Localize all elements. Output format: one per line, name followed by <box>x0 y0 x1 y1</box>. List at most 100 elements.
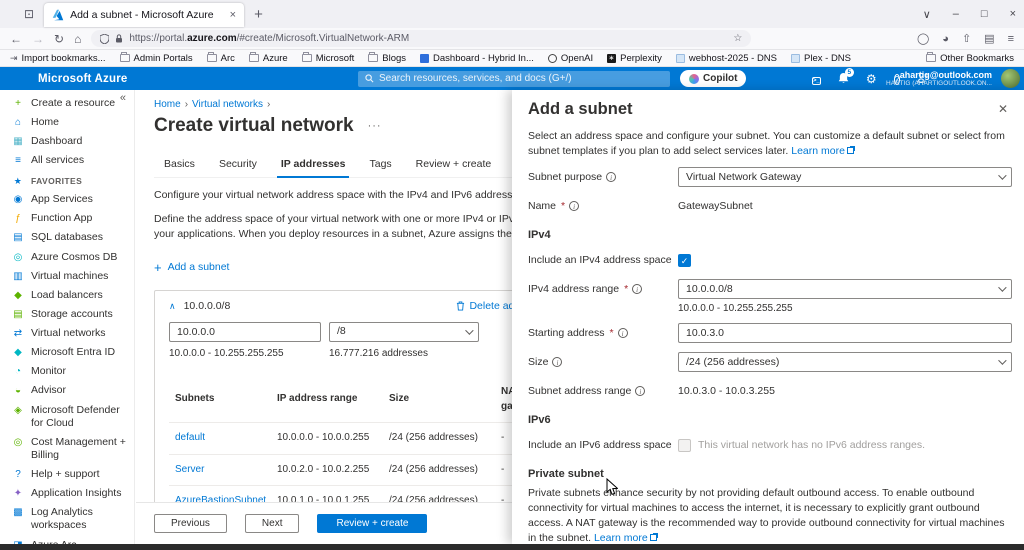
review-create-button[interactable]: Review + create <box>317 514 428 533</box>
back-icon[interactable]: ← <box>10 33 22 45</box>
sidebar-item-application-insights[interactable]: ✦ Application Insights <box>12 484 134 503</box>
subnet-name-link[interactable]: default <box>169 431 277 446</box>
bookmark-item[interactable]: ⇥ Import bookmarks... <box>10 53 106 64</box>
bookmark-item[interactable]: ∗ Perplexity <box>607 53 662 64</box>
info-icon[interactable]: i <box>635 386 646 397</box>
sidebar-item-virtual-machines[interactable]: ▥ Virtual machines <box>12 267 134 286</box>
next-button[interactable]: Next <box>244 514 300 533</box>
azure-brand[interactable]: Microsoft Azure <box>38 73 127 85</box>
ipv4-range-dropdown[interactable]: 10.0.0.0/8 <box>678 279 1012 300</box>
sidebar-item-all-services[interactable]: ≡ All services <box>12 151 134 170</box>
subnet-purpose-dropdown[interactable]: Virtual Network Gateway <box>678 167 1012 188</box>
bookmark-item[interactable]: Arc <box>206 52 235 64</box>
starting-address-input[interactable] <box>678 323 1012 344</box>
info-icon[interactable]: i <box>617 328 628 339</box>
browser-tab-strip: ⊡ Add a subnet - Microsoft Azure × + ∨ –… <box>0 0 1024 28</box>
close-icon[interactable]: × <box>1010 8 1016 20</box>
tabs-menu-icon[interactable]: ∨ <box>923 8 931 21</box>
reload-icon[interactable]: ↻ <box>54 33 64 45</box>
account-menu[interactable]: ahartig@outlook.com HARTIG (AHARTIGOUTLO… <box>886 70 992 88</box>
tab-close-icon[interactable]: × <box>230 9 236 21</box>
tab-review-create[interactable]: Review + create <box>406 153 502 177</box>
sidebar-item-label: Create a resource <box>31 97 116 109</box>
sidebar-item-create-a-resource[interactable]: + Create a resource <box>12 94 134 113</box>
maximize-icon[interactable]: □ <box>981 8 988 20</box>
sidebar-item-home[interactable]: ⌂ Home <box>12 113 134 132</box>
firefox-view-icon[interactable]: ⊡ <box>24 7 34 21</box>
tab-basics[interactable]: Basics <box>154 153 205 177</box>
ipv6-heading: IPv6 <box>528 414 551 427</box>
sidebar-item-function-app[interactable]: ƒ Function App <box>12 209 134 228</box>
bookmark-item[interactable]: Blogs <box>368 52 406 64</box>
tab-ip-addresses[interactable]: IP addresses <box>271 153 356 178</box>
sidebar-item-load-balancers[interactable]: ◆ Load balancers <box>12 286 134 305</box>
panel-close-icon[interactable]: ✕ <box>994 100 1012 118</box>
cloud-shell-icon[interactable]: >_ <box>812 72 821 86</box>
home-icon[interactable]: ⌂ <box>74 33 81 45</box>
sidebar-item-help-support[interactable]: ? Help + support <box>12 465 134 484</box>
notifications-bell-icon[interactable]: 5 <box>838 67 854 86</box>
pocket-icon[interactable]: ◯ <box>917 32 929 45</box>
panel-learn-more-link[interactable]: Learn more <box>791 145 845 157</box>
bookmark-item[interactable]: Azure <box>248 52 288 64</box>
collapse-chevron-icon[interactable]: ∧ <box>169 300 176 313</box>
table-row: default 10.0.0.0 - 10.0.0.255/24 (256 add… <box>169 423 571 455</box>
info-icon[interactable]: i <box>552 357 563 368</box>
bookmark-item[interactable]: OpenAI <box>547 53 593 64</box>
sidebar-item-microsoft-entra-id[interactable]: ◆ Microsoft Entra ID <box>12 343 134 362</box>
include-ipv4-checkbox[interactable]: ✓ <box>678 253 691 267</box>
copilot-button[interactable]: Copilot <box>680 70 747 87</box>
sidebar-item-cost-management-billing[interactable]: ◎ Cost Management + Billing <box>12 433 134 465</box>
bookmark-item[interactable]: Dashboard - Hybrid In... <box>420 53 534 64</box>
bookmark-item[interactable]: Microsoft <box>301 52 354 64</box>
title-menu-icon[interactable]: ··· <box>368 120 382 132</box>
sidebar-item-microsoft-defender-for-cloud[interactable]: ◈ Microsoft Defender for Cloud <box>12 401 134 433</box>
sidebar-collapse-icon[interactable]: « <box>120 92 126 104</box>
subnet-name-link[interactable]: Server <box>169 463 277 478</box>
sidebar-item-monitor[interactable]: ◔ Monitor <box>12 362 134 381</box>
mask-dropdown[interactable]: /8 <box>329 321 479 342</box>
bookmark-item[interactable]: Plex - DNS <box>791 53 851 64</box>
info-icon[interactable]: i <box>606 172 617 183</box>
browser-tab[interactable]: Add a subnet - Microsoft Azure × <box>44 3 245 27</box>
other-bookmarks[interactable]: Other Bookmarks <box>926 52 1014 64</box>
bookmark-item[interactable]: Admin Portals <box>119 52 193 64</box>
trash-icon <box>457 301 465 311</box>
sidebar-item-storage-accounts[interactable]: ▤ Storage accounts <box>12 305 134 324</box>
library-icon[interactable]: ▤ <box>984 32 994 45</box>
previous-button[interactable]: Previous <box>154 514 227 533</box>
sidebar-item-sql-databases[interactable]: ▤ SQL databases <box>12 228 134 247</box>
profile-icon[interactable]: ◕ <box>942 33 949 45</box>
address-space-input[interactable] <box>169 321 321 342</box>
url-bar[interactable]: https://portal.azure.com/#create/Microso… <box>91 30 752 47</box>
bookmark-star-icon[interactable]: ☆ <box>733 33 742 44</box>
bookmark-label: Arc <box>220 52 235 64</box>
minimize-icon[interactable]: – <box>953 8 959 20</box>
tab-security[interactable]: Security <box>209 153 267 177</box>
sidebar-item-azure-arc[interactable]: ◨Azure Arc <box>12 536 134 544</box>
sidebar-item-advisor[interactable]: ◒ Advisor <box>12 381 134 400</box>
breadcrumb-home[interactable]: Home <box>154 99 181 110</box>
bookmarks-list: ⇥ Import bookmarks... Admin Portals Arc Azur… <box>10 52 851 64</box>
breadcrumb-virtual-networks[interactable]: Virtual networks <box>192 99 263 110</box>
forward-icon[interactable]: → <box>32 33 44 45</box>
bookmark-label: Admin Portals <box>133 52 193 64</box>
info-icon[interactable]: i <box>632 284 643 295</box>
bookmark-item[interactable]: webhost-2025 - DNS <box>675 53 777 64</box>
settings-gear-icon[interactable]: ⚙ <box>866 73 877 85</box>
sidebar-item-dashboard[interactable]: ▦ Dashboard <box>12 132 134 151</box>
sidebar-item-app-services[interactable]: ◉ App Services <box>12 190 134 209</box>
sidebar-item-virtual-networks[interactable]: ⇄ Virtual networks <box>12 324 134 343</box>
sidebar-item-azure-cosmos-db[interactable]: ◎ Azure Cosmos DB <box>12 248 134 267</box>
new-tab-button[interactable]: + <box>254 6 263 23</box>
sidebar-item-log-analytics-workspaces[interactable]: ▩ Log Analytics workspaces <box>12 503 134 535</box>
tab-tags[interactable]: Tags <box>359 153 401 177</box>
info-icon[interactable]: i <box>569 201 580 212</box>
menu-icon[interactable]: ≡ <box>1008 33 1014 45</box>
private-subnet-heading: Private subnet <box>528 468 604 481</box>
global-search-input[interactable]: Search resources, services, and docs (G+… <box>358 70 670 87</box>
extensions-icon[interactable]: ⇧ <box>962 32 971 45</box>
size-dropdown[interactable]: /24 (256 addresses) <box>678 352 1012 373</box>
avatar[interactable] <box>1001 69 1020 88</box>
private-learn-more-link[interactable]: Learn more <box>594 532 648 544</box>
